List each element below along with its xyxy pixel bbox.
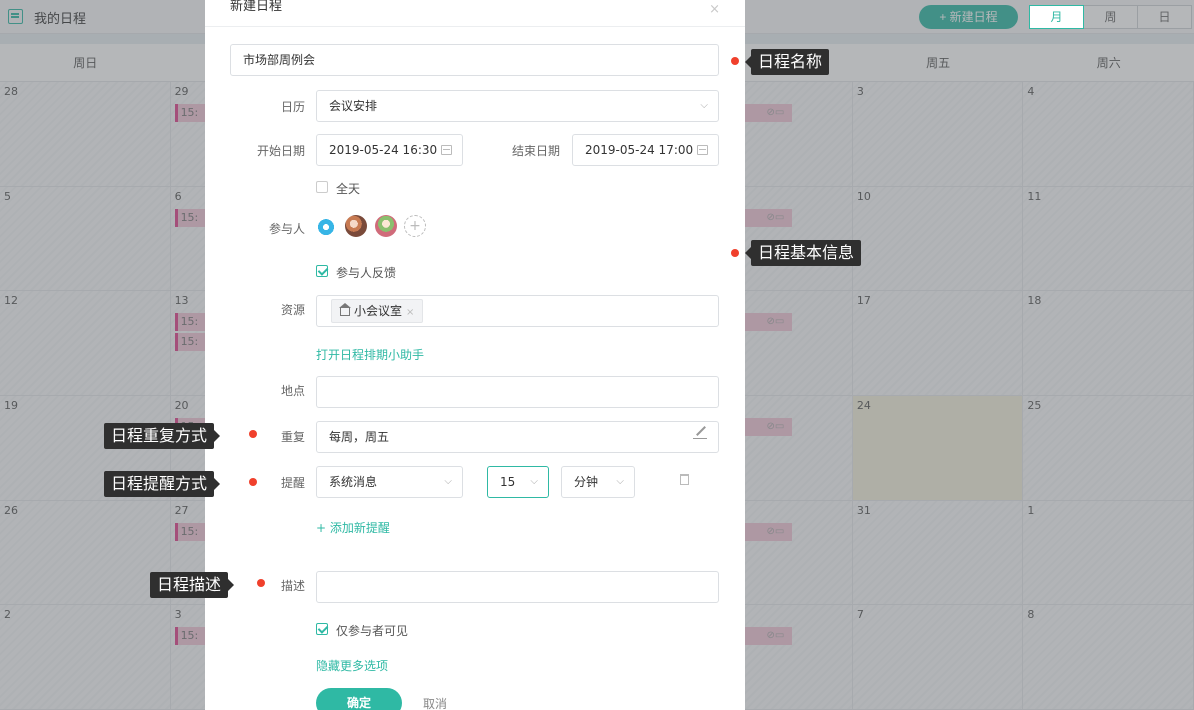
reminder-unit-value: 分钟: [574, 475, 599, 489]
confirm-button[interactable]: 确定: [316, 688, 402, 710]
resource-tag-label: 小会议室: [354, 304, 403, 318]
annotation-reminder: 日程提醒方式: [104, 471, 221, 497]
participant-avatar[interactable]: [375, 215, 397, 237]
calendar-icon: [441, 145, 452, 155]
dialog-divider: [205, 26, 745, 27]
reminder-unit-select[interactable]: 分钟 ⌵: [561, 466, 635, 498]
participants-only-checkbox[interactable]: [316, 623, 328, 635]
edit-icon-base: [693, 438, 707, 439]
resource-label: 资源: [280, 303, 305, 317]
chevron-down-icon: ⌵: [616, 476, 624, 487]
participant-feedback-checkbox[interactable]: [316, 265, 328, 277]
start-date-picker[interactable]: 2019-05-24 16:30: [316, 134, 463, 166]
annotation-event-name: 日程名称: [744, 49, 830, 75]
reminder-amount-select[interactable]: 15 ⌵: [487, 466, 549, 498]
annotation-dot: [731, 57, 739, 65]
annotation-basic-info: 日程基本信息: [744, 240, 862, 266]
all-day-label: 全天: [336, 182, 361, 196]
location-input[interactable]: [316, 376, 719, 408]
start-date-label: 开始日期: [256, 144, 305, 158]
chevron-down-icon: ⌵: [700, 100, 708, 111]
annotation-dot: [249, 478, 257, 486]
add-participant-icon[interactable]: +: [404, 215, 426, 237]
calendar-label: 日历: [280, 100, 305, 114]
hide-options-link[interactable]: 隐藏更多选项: [316, 657, 388, 674]
resource-tag: 小会议室 ×: [331, 299, 424, 323]
end-date-value: 2019-05-24 17:00: [585, 143, 694, 157]
chevron-down-icon: ⌵: [530, 476, 538, 487]
chevron-down-icon: ⌵: [444, 476, 452, 487]
end-date-label: 结束日期: [511, 144, 560, 158]
participants-label: 参与人: [268, 222, 305, 236]
event-name-input[interactable]: 市场部周例会: [230, 44, 719, 76]
description-input[interactable]: [316, 571, 719, 603]
annotation-description: 日程描述: [150, 572, 235, 598]
cancel-button[interactable]: 取消: [423, 695, 447, 710]
annotation-dot: [257, 579, 265, 587]
participant-avatar[interactable]: [315, 215, 337, 237]
reminder-type-value: 系统消息: [329, 475, 378, 489]
calendar-select[interactable]: 会议安排 ⌵: [316, 90, 719, 122]
reminder-type-select[interactable]: 系统消息 ⌵: [316, 466, 463, 498]
annotation-repeat: 日程重复方式: [104, 423, 221, 449]
participants-only-label: 仅参与者可见: [336, 624, 409, 638]
repeat-value: 每周，周五: [329, 430, 390, 444]
close-icon[interactable]: ×: [709, 2, 720, 17]
reminder-amount-value: 15: [500, 475, 516, 489]
new-event-dialog: 新建日程 × 市场部周例会 日历 会议安排 ⌵ 开始日期 2019-05-24 …: [205, 0, 745, 710]
remove-tag-icon[interactable]: ×: [406, 307, 414, 318]
view-month-button[interactable]: 月: [1029, 5, 1084, 29]
participant-avatar[interactable]: [345, 215, 367, 237]
dialog-title: 新建日程: [230, 0, 283, 14]
location-label: 地点: [280, 384, 305, 398]
room-icon: [339, 303, 351, 316]
annotation-dot: [249, 430, 257, 438]
calendar-icon: [697, 145, 708, 155]
participant-feedback-label: 参与人反馈: [336, 266, 397, 280]
delete-icon[interactable]: [680, 474, 689, 485]
calendar-select-value: 会议安排: [329, 99, 378, 113]
repeat-field[interactable]: 每周，周五: [316, 421, 719, 453]
start-date-value: 2019-05-24 16:30: [329, 143, 438, 157]
end-date-picker[interactable]: 2019-05-24 17:00: [572, 134, 719, 166]
annotation-dot: [731, 249, 739, 257]
all-day-checkbox[interactable]: [316, 181, 328, 193]
add-reminder-link[interactable]: + 添加新提醒: [316, 519, 390, 536]
scheduling-assistant-link[interactable]: 打开日程排期小助手: [316, 346, 424, 363]
